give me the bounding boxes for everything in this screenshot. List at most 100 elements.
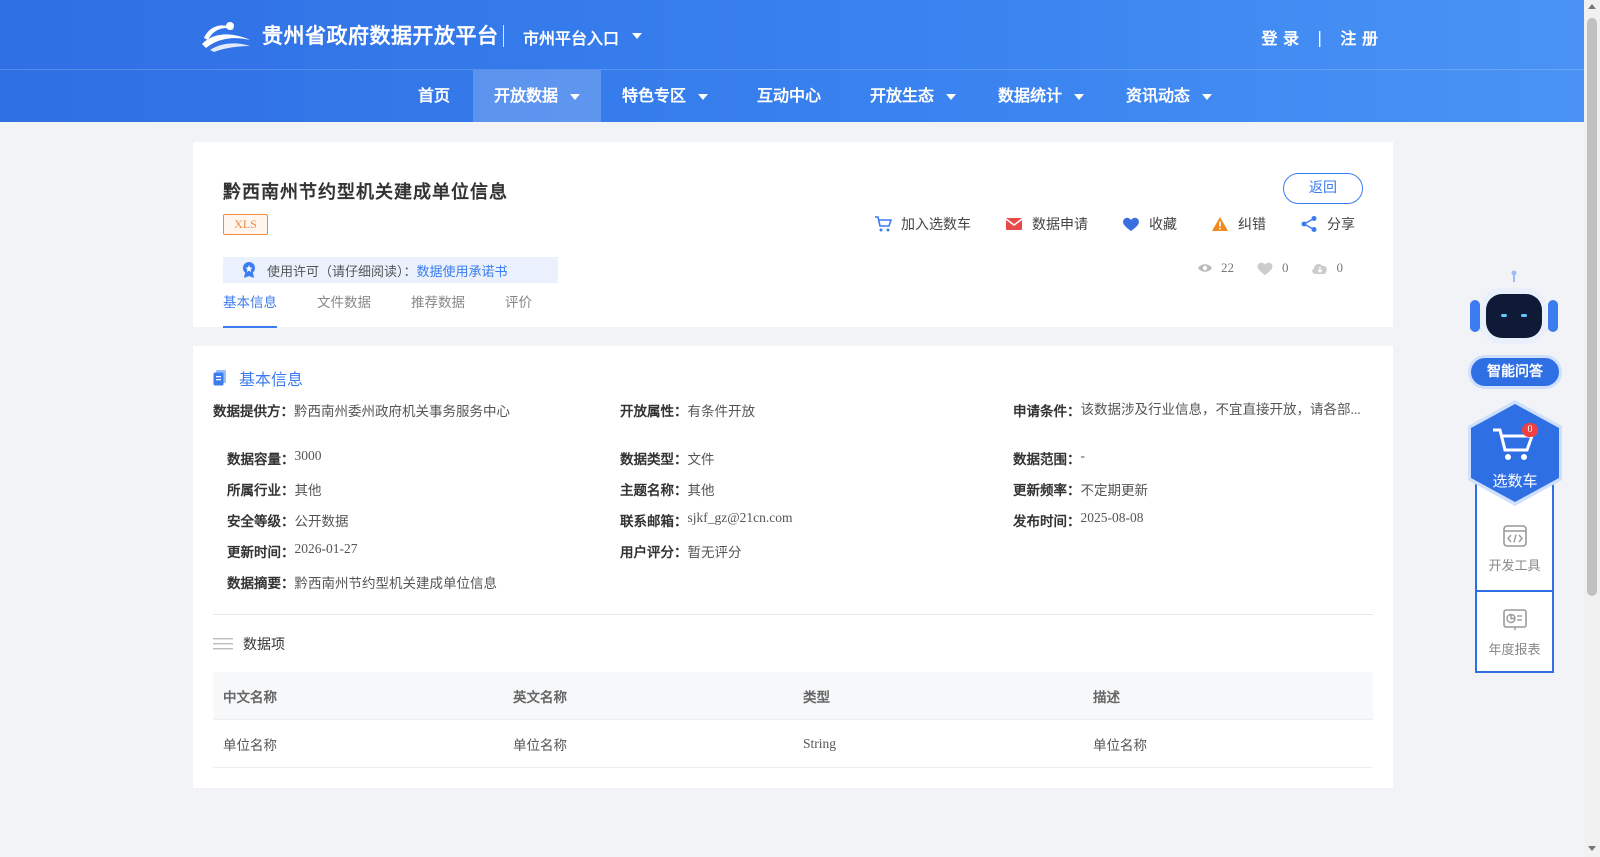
dataset-title: 黔西南州节约型机关建成单位信息 bbox=[223, 182, 508, 203]
table-cell: 单位名称 bbox=[1093, 737, 1147, 753]
back-button[interactable]: 返回 bbox=[1283, 173, 1363, 204]
chevron-down-icon[interactable] bbox=[632, 33, 642, 39]
info-summary: 数据摘要： 黔西南州节约型机关建成单位信息 bbox=[227, 572, 497, 592]
column-header: 描述 bbox=[1093, 689, 1120, 706]
tab-reviews[interactable]: 评价 bbox=[505, 292, 532, 328]
license-label: 使用许可（请仔细阅读）： bbox=[267, 264, 417, 280]
side-item-label: 年度报表 bbox=[1488, 642, 1541, 658]
table-cell: 单位名称 bbox=[513, 737, 567, 753]
list-icon bbox=[213, 638, 233, 650]
nav-item-interaction[interactable]: 互动中心 bbox=[729, 70, 849, 122]
nav-item-open-data[interactable]: 开放数据 bbox=[473, 70, 601, 122]
dev-tools-button[interactable]: 开发工具 bbox=[1477, 508, 1552, 590]
info-label: 申请条件： bbox=[1013, 404, 1081, 420]
warning-icon bbox=[1212, 217, 1228, 231]
scroll-down-arrow-icon[interactable] bbox=[1588, 846, 1596, 851]
auth-links: 登 录 | 注 册 bbox=[1261, 25, 1378, 49]
info-value: 2025-08-08 bbox=[1080, 510, 1144, 525]
site-logo-icon[interactable] bbox=[200, 18, 252, 52]
heart-icon bbox=[1123, 217, 1139, 231]
main-nav: 首页 开放数据 特色专区 互动中心 开放生态 数据统计 资讯动态 bbox=[0, 70, 1584, 122]
basic-info-card: 基本信息 数据提供方： 黔西南州委州政府机关事务服务中心 开放属性： 有条件开放 申… bbox=[193, 346, 1393, 788]
column-header: 中文名称 bbox=[223, 689, 277, 706]
info-label: 主题名称： bbox=[620, 483, 688, 499]
tab-recommended[interactable]: 推荐数据 bbox=[411, 292, 465, 328]
info-value: 公开数据 bbox=[294, 514, 349, 529]
ai-robot-icon[interactable] bbox=[1468, 270, 1560, 350]
report-icon bbox=[1502, 608, 1527, 630]
scrollbar-thumb[interactable] bbox=[1587, 18, 1597, 596]
downloads-count: 0 bbox=[1336, 260, 1344, 275]
nav-item-special-zone[interactable]: 特色专区 bbox=[601, 70, 729, 122]
nav-item-ecosystem[interactable]: 开放生态 bbox=[849, 70, 977, 122]
add-to-cart-button[interactable]: 加入选数车 bbox=[874, 212, 971, 236]
nav-label: 特色专区 bbox=[621, 86, 686, 105]
views-stat: 22 bbox=[1197, 260, 1234, 276]
info-label: 数据类型： bbox=[620, 452, 688, 468]
side-tools-panel: 开发工具 年度报表 bbox=[1475, 480, 1554, 673]
site-header: 贵州省政府数据开放平台 市州平台入口 登 录 | 注 册 首页 开放数据 特色专… bbox=[0, 0, 1584, 122]
table-row: 单位名称 单位名称 String 单位名称 bbox=[213, 720, 1373, 768]
info-label: 数据容量： bbox=[227, 452, 295, 468]
info-update-time: 更新时间： 2026-01-27 bbox=[227, 541, 358, 561]
info-label: 所属行业： bbox=[227, 483, 295, 499]
favorite-button[interactable]: 收藏 bbox=[1122, 212, 1177, 236]
license-agreement-link[interactable]: 数据使用承诺书 bbox=[417, 261, 508, 280]
nav-item-statistics[interactable]: 数据统计 bbox=[977, 70, 1105, 122]
login-link[interactable]: 登 录 bbox=[1261, 25, 1299, 49]
report-error-button[interactable]: 纠错 bbox=[1211, 212, 1266, 236]
info-label: 开放属性： bbox=[620, 404, 688, 420]
section-title: 基本信息 bbox=[239, 370, 304, 389]
dataset-stats: 22 0 0 bbox=[1175, 260, 1343, 276]
column-header: 英文名称 bbox=[513, 689, 567, 706]
nav-item-news[interactable]: 资讯动态 bbox=[1105, 70, 1233, 122]
info-label: 数据范围： bbox=[1013, 452, 1081, 468]
info-label: 安全等级： bbox=[227, 514, 295, 530]
tab-basic-info[interactable]: 基本信息 bbox=[223, 292, 277, 328]
views-count: 22 bbox=[1221, 260, 1234, 275]
action-label: 纠错 bbox=[1238, 217, 1266, 233]
scroll-up-arrow-icon[interactable] bbox=[1588, 4, 1596, 9]
site-title[interactable]: 贵州省政府数据开放平台 bbox=[262, 20, 499, 50]
mail-icon bbox=[1005, 218, 1023, 230]
share-icon bbox=[1301, 216, 1317, 232]
info-value: 该数据涉及行业信息，不宜直接开放，请各部... bbox=[1080, 402, 1361, 417]
document-icon bbox=[213, 370, 226, 386]
cart-icon bbox=[875, 216, 892, 232]
downloads-stat: 0 bbox=[1311, 260, 1344, 276]
info-value: 2026-01-27 bbox=[294, 541, 358, 556]
cart-count-badge: 0 bbox=[1522, 423, 1538, 437]
info-range: 数据范围： - bbox=[1013, 448, 1085, 468]
info-value: 不定期更新 bbox=[1080, 483, 1149, 498]
annual-report-button[interactable]: 年度报表 bbox=[1477, 592, 1552, 674]
table-header-row: 中文名称 英文名称 类型 描述 bbox=[213, 672, 1373, 720]
nav-label: 资讯动态 bbox=[1125, 86, 1190, 105]
share-button[interactable]: 分享 bbox=[1300, 212, 1355, 236]
info-condition: 申请条件： 该数据涉及行业信息，不宜直接开放，请各部... bbox=[1013, 400, 1363, 420]
chevron-down-icon bbox=[1202, 93, 1212, 100]
data-items-table: 中文名称 英文名称 类型 描述 单位名称 单位名称 String 单位名称 bbox=[213, 672, 1373, 768]
action-label: 收藏 bbox=[1149, 217, 1177, 233]
nav-label: 互动中心 bbox=[756, 86, 821, 105]
info-rating: 用户评分： 暂无评分 bbox=[620, 541, 742, 561]
tab-file-data[interactable]: 文件数据 bbox=[317, 292, 371, 328]
data-apply-button[interactable]: 数据申请 bbox=[1005, 212, 1088, 236]
data-cart-button[interactable] bbox=[1466, 398, 1564, 508]
action-label: 分享 bbox=[1327, 217, 1355, 233]
register-link[interactable]: 注 册 bbox=[1340, 25, 1378, 49]
info-email: 联系邮箱： sjkf_gz@21cn.com bbox=[620, 510, 793, 530]
city-platform-entry[interactable]: 市州平台入口 bbox=[523, 25, 619, 49]
ai-qa-button[interactable]: 智能问答 bbox=[1468, 355, 1562, 389]
chevron-down-icon bbox=[1074, 93, 1084, 100]
info-value: 黔西南州委州政府机关事务服务中心 bbox=[294, 404, 510, 419]
info-capacity: 数据容量： 3000 bbox=[227, 448, 322, 468]
data-items-heading: 数据项 bbox=[213, 634, 285, 654]
info-value: 黔西南州节约型机关建成单位信息 bbox=[294, 576, 498, 591]
code-icon bbox=[1502, 524, 1527, 547]
info-type: 数据类型： 文件 bbox=[620, 448, 715, 468]
info-value: 文件 bbox=[687, 452, 715, 467]
cloud-download-icon bbox=[1311, 263, 1327, 274]
chevron-down-icon bbox=[946, 93, 956, 100]
heart-icon bbox=[1257, 262, 1273, 275]
cart-label: 选数车 bbox=[1492, 472, 1538, 490]
